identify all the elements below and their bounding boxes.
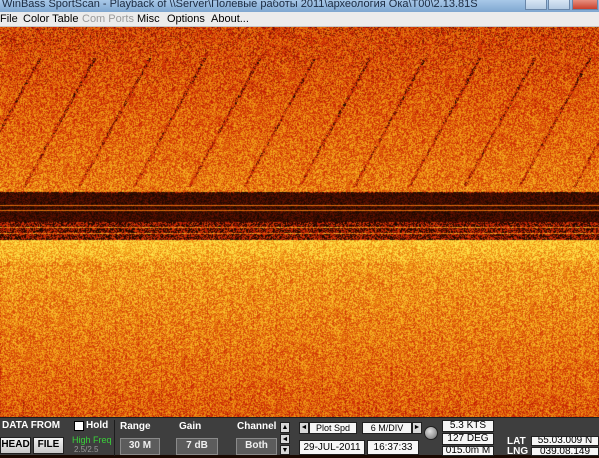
window-title: WinBass SportScan - Playback of \\Server… — [2, 0, 478, 10]
channel-up-arrow[interactable]: ▲ — [280, 422, 290, 433]
menu-options[interactable]: Options — [167, 12, 205, 26]
sonar-image — [0, 27, 599, 417]
channel-label: Channel — [237, 421, 277, 432]
menu-about[interactable]: About... — [211, 12, 249, 26]
plot-mode-field[interactable]: Plot Spd — [309, 422, 357, 434]
channel-left-arrow[interactable]: ◄ — [280, 434, 290, 444]
high-freq-indicator: High Freq — [72, 435, 112, 445]
close-button[interactable] — [572, 0, 598, 10]
separator — [114, 420, 115, 456]
heading-display: 127 DEG — [442, 433, 494, 445]
maximize-button[interactable] — [548, 0, 570, 10]
menu-com-ports[interactable]: Com Ports — [82, 12, 134, 26]
scale-next-arrow[interactable]: ► — [412, 422, 422, 434]
speed-display: 5.3 KTS — [442, 420, 494, 432]
channel-down-arrow[interactable]: ▼ — [280, 445, 290, 455]
title-bar: WinBass SportScan - Playback of \\Server… — [0, 0, 599, 12]
head-button[interactable]: HEAD — [0, 437, 31, 454]
sonar-waterfall-display[interactable] — [0, 27, 599, 417]
control-panel: DATA FROM HEAD FILE Hold High Freq 2.5/2… — [0, 417, 599, 457]
plot-mode-prev-arrow[interactable]: ◄ — [299, 422, 309, 434]
channel-value[interactable]: Both — [236, 438, 277, 455]
minimize-button[interactable] — [525, 0, 547, 10]
menu-color-table[interactable]: Color Table — [23, 12, 78, 26]
range-value[interactable]: 30 M — [120, 438, 160, 455]
hold-label: Hold — [86, 420, 109, 431]
file-button[interactable]: FILE — [33, 437, 64, 454]
data-from-label: DATA FROM — [2, 420, 61, 431]
lat-display: 55.03.009 N — [531, 436, 599, 446]
hold-checkbox[interactable] — [74, 421, 84, 431]
gain-value[interactable]: 7 dB — [176, 438, 218, 455]
scale-field[interactable]: 6 M/DIV — [362, 422, 412, 434]
menu-misc[interactable]: Misc — [137, 12, 160, 26]
range-label: Range — [120, 421, 151, 432]
gain-label: Gain — [179, 421, 202, 432]
menu-file[interactable]: File — [0, 12, 18, 26]
lng-label: LNG — [507, 446, 529, 457]
menu-bar: File Color Table Com Ports Misc Options … — [0, 12, 599, 27]
date-display: 29-JUL-2011 — [299, 440, 365, 455]
freq-readout: 2.5/2.5 — [74, 445, 99, 454]
status-knob-icon[interactable] — [424, 426, 438, 440]
time-display: 16:37:33 — [367, 440, 419, 455]
